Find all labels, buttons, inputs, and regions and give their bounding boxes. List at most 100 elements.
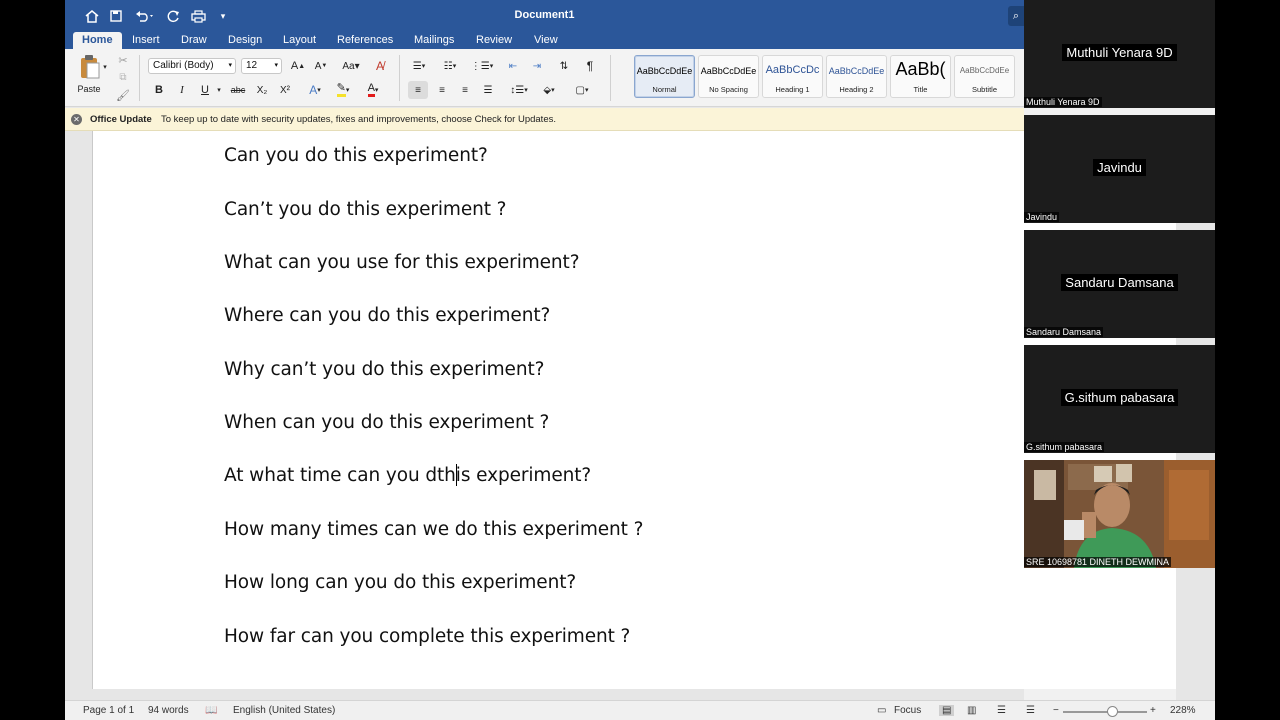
style-heading-1[interactable]: AaBbCcDc Heading 1 xyxy=(762,55,823,98)
web-layout-icon[interactable]: ▥ xyxy=(967,705,976,716)
underline-button[interactable]: U xyxy=(197,82,213,98)
cut-icon[interactable]: ✂ xyxy=(115,53,131,67)
align-right-button[interactable]: ≡ xyxy=(455,81,475,99)
close-icon[interactable]: ✕ xyxy=(71,114,82,125)
format-painter-icon[interactable]: 🖌 xyxy=(115,88,131,102)
office-update-bar: ✕ Office Update To keep up to date with … xyxy=(65,108,1024,131)
tab-insert[interactable]: Insert xyxy=(123,32,169,49)
zoom-slider[interactable] xyxy=(1063,706,1147,717)
italic-button[interactable]: I xyxy=(174,82,190,98)
multilevel-list-icon[interactable]: ⋮☰ ▾ xyxy=(469,58,495,74)
focus-icon[interactable]: ▭ xyxy=(877,705,886,716)
participant-tile[interactable]: Javindu Javindu xyxy=(1024,115,1215,223)
grow-font-icon[interactable]: A ▲ xyxy=(288,58,308,74)
text-effects-icon[interactable]: A ▾ xyxy=(303,82,327,98)
style-subtitle[interactable]: AaBbCcDdEe Subtitle xyxy=(954,55,1015,98)
numbering-icon[interactable]: ☷ ▾ xyxy=(437,58,463,74)
style-name: Normal xyxy=(652,85,677,94)
highlight-icon[interactable]: ✎ ▾ xyxy=(331,82,355,98)
participant-label: Sandaru Damsana xyxy=(1024,327,1104,337)
ribbon-tabs: Home Insert Draw Design Layout Reference… xyxy=(65,32,1024,49)
participant-tile-video[interactable]: SRE 10698781 DINETH DEWMINA xyxy=(1024,460,1215,568)
tab-layout[interactable]: Layout xyxy=(274,32,325,49)
style-no-spacing[interactable]: AaBbCcDdEe No Spacing xyxy=(698,55,759,98)
document-line[interactable]: Can’t you do this experiment ? xyxy=(224,199,507,220)
print-layout-icon[interactable]: ▤ xyxy=(939,705,955,716)
shading-icon[interactable]: ⬙ ▾ xyxy=(537,81,561,99)
superscript-button[interactable]: X² xyxy=(275,82,295,98)
clear-formatting-icon[interactable]: A̸ xyxy=(370,58,390,74)
increase-indent-icon[interactable]: ⇥ xyxy=(527,58,547,74)
draft-view-icon[interactable]: ☰ xyxy=(1026,705,1035,716)
document-page[interactable]: Can you do this experiment? Can’t you do… xyxy=(92,131,1024,689)
font-name-select[interactable]: Calibri (Body) ▾ xyxy=(148,58,236,74)
word-count[interactable]: 94 words xyxy=(148,705,189,716)
style-title[interactable]: AaBb( Title xyxy=(890,55,951,98)
font-size-select[interactable]: 12 ▾ xyxy=(241,58,282,74)
language-indicator[interactable]: English (United States) xyxy=(233,705,335,716)
document-line[interactable]: Can you do this experiment? xyxy=(224,145,488,166)
document-line[interactable]: How far can you complete this experiment… xyxy=(224,626,630,647)
print-icon[interactable] xyxy=(189,7,207,25)
document-line[interactable]: How long can you do this experiment? xyxy=(224,572,576,593)
shrink-font-icon[interactable]: A ▼ xyxy=(311,58,331,74)
document-line[interactable]: How many times can we do this experiment… xyxy=(224,519,643,540)
style-name: Title xyxy=(913,85,928,94)
subscript-button[interactable]: X₂ xyxy=(252,82,272,98)
document-line[interactable]: Why can’t you do this experiment? xyxy=(224,359,544,380)
line-spacing-icon[interactable]: ↕☰ ▾ xyxy=(506,81,532,99)
redo-icon[interactable] xyxy=(165,7,181,25)
save-icon[interactable] xyxy=(108,7,124,25)
sort-icon[interactable]: ⇅ xyxy=(554,58,574,74)
font-color-icon[interactable]: A ▾ xyxy=(361,82,385,98)
chevron-down-icon: ▾ xyxy=(274,62,278,69)
bold-button[interactable]: B xyxy=(151,82,167,98)
participant-tile[interactable]: Sandaru Damsana Sandaru Damsana xyxy=(1024,230,1215,338)
tab-design[interactable]: Design xyxy=(219,32,271,49)
tab-draw[interactable]: Draw xyxy=(172,32,216,49)
document-line[interactable]: At what time can you dthis experiment? xyxy=(224,465,591,486)
strikethrough-button[interactable]: abc xyxy=(227,82,249,98)
style-sample: AaBbCcDdEe xyxy=(700,66,757,76)
participant-tile[interactable]: G.sithum pabasara G.sithum pabasara xyxy=(1024,345,1215,453)
underline-options-chevron-icon[interactable]: ▾ xyxy=(215,82,223,98)
document-line[interactable]: Where can you do this experiment? xyxy=(224,305,550,326)
tab-home[interactable]: Home xyxy=(73,32,122,49)
change-case-icon[interactable]: Aa▾ xyxy=(338,58,364,74)
zoom-level[interactable]: 228% xyxy=(1170,705,1196,716)
tab-references[interactable]: References xyxy=(328,32,402,49)
paste-options-chevron-icon[interactable]: ▾ xyxy=(101,63,109,71)
borders-icon[interactable]: ▢ ▾ xyxy=(567,81,597,99)
bullets-icon[interactable]: ☰ ▾ xyxy=(406,58,432,74)
undo-icon[interactable] xyxy=(133,7,157,25)
style-normal[interactable]: AaBbCcDdEe Normal xyxy=(634,55,695,98)
page-count[interactable]: Page 1 of 1 xyxy=(83,705,134,716)
decrease-indent-icon[interactable]: ⇤ xyxy=(503,58,523,74)
show-formatting-marks-icon[interactable]: ¶ xyxy=(580,58,600,74)
outline-view-icon[interactable]: ☰ xyxy=(997,705,1006,716)
justify-button[interactable]: ☰ xyxy=(478,81,498,99)
participant-tile[interactable]: Muthuli Yenara 9D Muthuli Yenara 9D xyxy=(1024,0,1215,108)
tab-review[interactable]: Review xyxy=(467,32,521,49)
zoom-out-icon[interactable]: − xyxy=(1053,705,1059,716)
align-left-button[interactable]: ≡ xyxy=(408,81,428,99)
word-window: ▾ Document1 ⌕ Home Insert Draw Design La… xyxy=(65,0,1024,720)
document-line[interactable]: What can you use for this experiment? xyxy=(224,252,580,273)
document-line[interactable]: When can you do this experiment ? xyxy=(224,412,549,433)
paste-label: Paste xyxy=(77,84,101,94)
text-caret xyxy=(456,464,457,486)
search-icon[interactable]: ⌕ xyxy=(1008,6,1024,26)
home-icon[interactable] xyxy=(83,7,101,25)
customize-toolbar-icon[interactable]: ▾ xyxy=(217,7,229,25)
zoom-slider-handle[interactable] xyxy=(1107,706,1118,717)
copy-icon[interactable]: ⧉ xyxy=(115,70,131,84)
zoom-in-icon[interactable]: + xyxy=(1150,705,1156,716)
tab-mailings[interactable]: Mailings xyxy=(405,32,463,49)
style-heading-2[interactable]: AaBbCcDdEe Heading 2 xyxy=(826,55,887,98)
document-canvas[interactable]: Can you do this experiment? Can’t you do… xyxy=(65,131,1024,700)
align-center-button[interactable]: ≡ xyxy=(432,81,452,99)
proofing-icon[interactable]: 📖 xyxy=(205,705,217,716)
focus-label[interactable]: Focus xyxy=(894,705,921,716)
tab-view[interactable]: View xyxy=(525,32,567,49)
participant-name: Sandaru Damsana xyxy=(1024,274,1215,291)
